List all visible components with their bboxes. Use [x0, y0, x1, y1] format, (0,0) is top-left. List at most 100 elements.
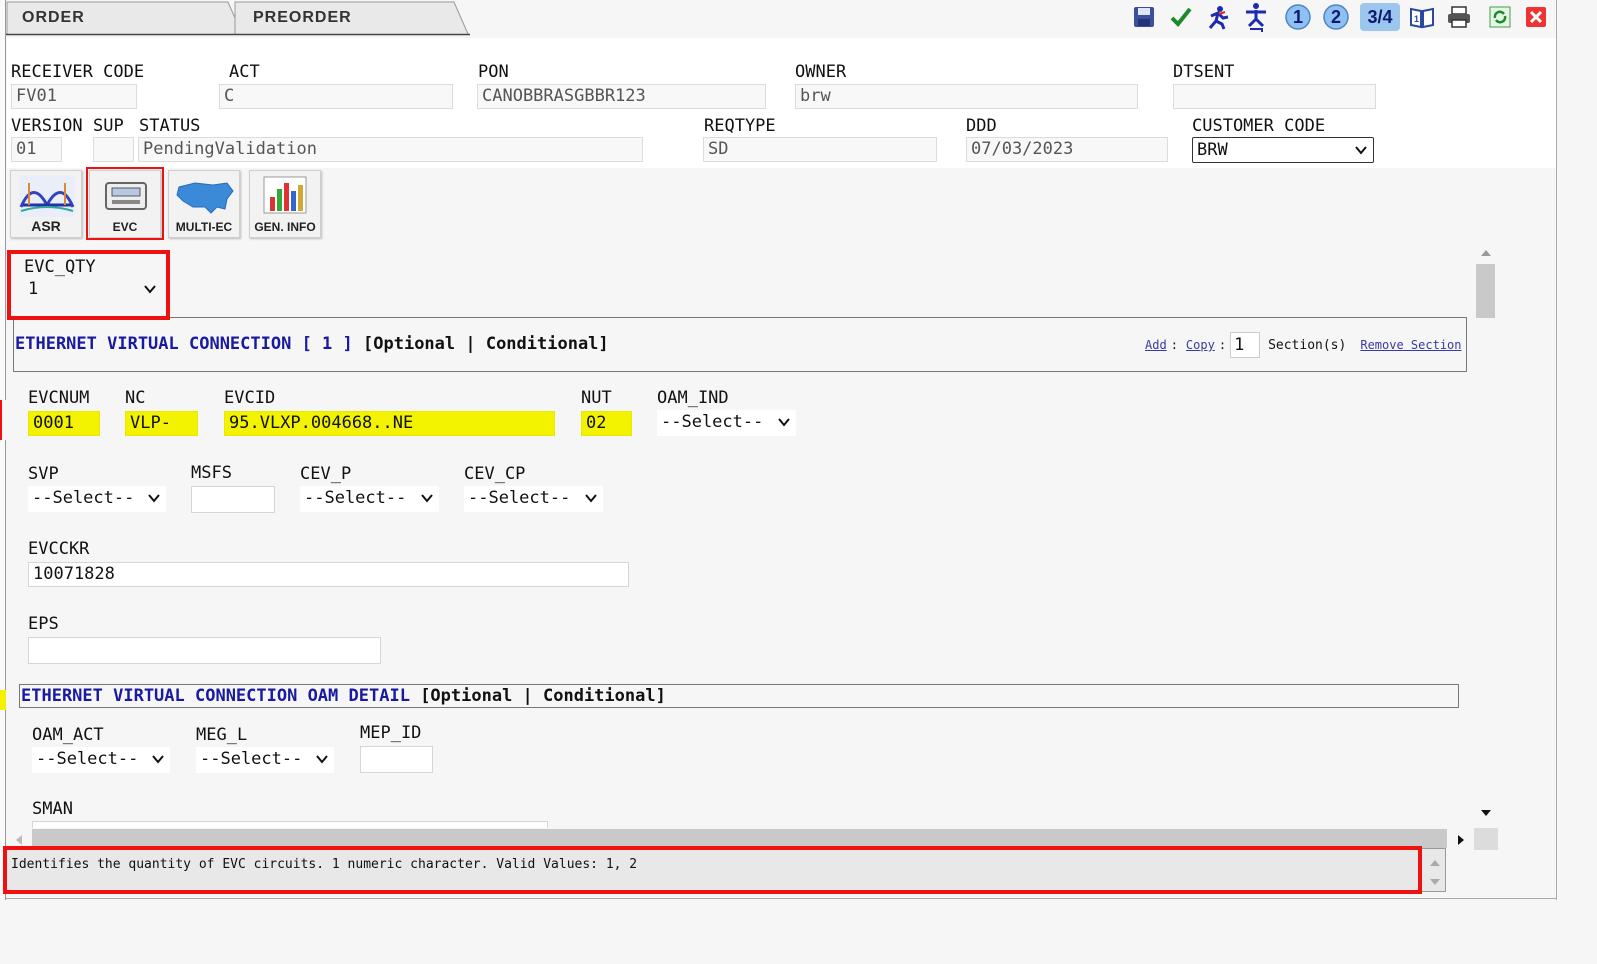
cev-p-label: CEV_P	[300, 464, 352, 484]
meg-l-value: --Select--	[200, 749, 303, 769]
left-edge-fragment	[0, 400, 6, 440]
evc-section-title-main: ETHERNET VIRTUAL CONNECTION [ 1 ]	[15, 334, 353, 354]
cev-p-value: --Select--	[304, 488, 407, 508]
cev-p-select[interactable]: --Select--	[300, 486, 439, 512]
cev-cp-select[interactable]: --Select--	[464, 486, 603, 512]
sman-field[interactable]	[32, 821, 548, 828]
status-field[interactable]: PendingValidation	[138, 137, 643, 162]
print-icon[interactable]	[1445, 3, 1473, 31]
remove-section-link[interactable]: Remove Section	[1360, 338, 1461, 352]
oam-section-title-suffix: [Optional | Conditional]	[420, 686, 666, 706]
evc-selected-highlight	[86, 167, 164, 240]
gen-info-tab-button[interactable]: GEN. INFO	[249, 170, 321, 238]
copy-section-link[interactable]: Copy	[1186, 338, 1215, 352]
vertical-scroll-thumb[interactable]	[1476, 264, 1495, 318]
act-label: ACT	[229, 62, 260, 82]
add-colon: :	[1170, 338, 1178, 352]
bar-chart-icon	[263, 176, 307, 214]
chevron-down-icon	[316, 755, 328, 764]
svp-label: SVP	[28, 464, 59, 484]
oam-section-title: ETHERNET VIRTUAL CONNECTION OAM DETAIL […	[21, 686, 666, 706]
chevron-down-icon	[585, 494, 597, 503]
scroll-up-arrow-icon[interactable]	[1480, 248, 1492, 258]
vertical-scrollbar[interactable]	[1474, 242, 1498, 826]
evcckr-field[interactable]: 10071828	[28, 562, 629, 587]
pon-label: PON	[478, 62, 509, 82]
multi-ec-tab-button[interactable]: MULTI-EC	[168, 170, 240, 238]
run-icon[interactable]	[1204, 3, 1232, 31]
customer-code-label: CUSTOMER CODE	[1192, 116, 1326, 136]
scroll-corner	[1474, 828, 1498, 850]
version-label: VERSION	[11, 116, 83, 136]
page-2-icon[interactable]: 2	[1322, 3, 1350, 31]
book-icon[interactable]: 1	[1408, 3, 1436, 31]
receiver-code-label: RECEIVER CODE	[11, 62, 145, 82]
close-icon[interactable]	[1522, 3, 1550, 31]
dtsent-field[interactable]	[1173, 84, 1376, 109]
tab-order[interactable]: ORDER	[22, 0, 85, 34]
scroll-right-arrow-icon[interactable]	[1456, 834, 1466, 846]
msfs-field[interactable]	[191, 486, 275, 513]
dtsent-label: DTSENT	[1173, 62, 1235, 82]
nc-field[interactable]: VLP-	[125, 411, 198, 436]
cev-cp-value: --Select--	[468, 488, 571, 508]
page-1-icon[interactable]: 1	[1284, 3, 1312, 31]
add-section-link[interactable]: Add	[1145, 338, 1167, 352]
customer-code-select[interactable]: BRW	[1192, 137, 1374, 163]
help-scroll-up-icon[interactable]	[1429, 858, 1441, 868]
nut-label: NUT	[581, 388, 612, 408]
oam-ind-label: OAM_IND	[657, 388, 729, 408]
svp-value: --Select--	[32, 488, 135, 508]
right-window-edge	[1556, 0, 1557, 900]
multi-ec-caption: MULTI-EC	[175, 220, 233, 234]
sup-field[interactable]	[93, 137, 134, 162]
evcnum-field[interactable]: 0001	[28, 411, 100, 436]
sman-label: SMAN	[32, 799, 73, 819]
reqtype-field[interactable]: SD	[703, 137, 937, 162]
scroll-down-arrow-icon[interactable]	[1480, 808, 1492, 818]
evcnum-label: EVCNUM	[28, 388, 90, 408]
help-scroll-down-icon[interactable]	[1429, 877, 1441, 887]
chevron-down-icon	[148, 494, 160, 503]
meg-l-select[interactable]: --Select--	[196, 747, 334, 773]
pon-field[interactable]: CANOBBRASGBBR123	[477, 84, 766, 109]
oam-ind-select[interactable]: --Select--	[657, 410, 796, 436]
customer-code-value: BRW	[1197, 140, 1228, 160]
ddd-field[interactable]: 07/03/2023	[966, 137, 1168, 162]
reqtype-label: REQTYPE	[704, 116, 776, 136]
asr-caption: ASR	[31, 218, 61, 234]
page-3-4-icon[interactable]: 3/4	[1360, 3, 1400, 31]
msfs-label: MSFS	[191, 463, 232, 483]
check-icon[interactable]	[1167, 3, 1195, 31]
svp-select[interactable]: --Select--	[28, 486, 166, 512]
sup-label: SUP	[93, 116, 124, 136]
nut-field[interactable]: 02	[581, 411, 632, 436]
nc-label: NC	[125, 388, 146, 408]
refresh-icon[interactable]	[1486, 3, 1514, 31]
asr-bridge-icon	[19, 175, 75, 217]
copy-colon: :	[1218, 338, 1227, 352]
tab-preorder[interactable]: PREORDER	[253, 0, 352, 34]
copy-count-input[interactable]: 1	[1230, 332, 1261, 358]
evcckr-label: EVCCKR	[28, 539, 90, 559]
status-label: STATUS	[139, 116, 201, 136]
owner-label: OWNER	[795, 62, 847, 82]
owner-field[interactable]: brw	[795, 84, 1138, 109]
help-text-highlight	[3, 846, 1422, 894]
evcid-field[interactable]: 95.VLXP.004668..NE	[224, 411, 555, 436]
run-alt-icon[interactable]	[1242, 3, 1270, 32]
version-field[interactable]: 01	[11, 137, 62, 162]
oam-section-title-main: ETHERNET VIRTUAL CONNECTION OAM DETAIL	[21, 686, 410, 706]
chevron-down-icon	[152, 755, 164, 764]
mep-id-field[interactable]	[360, 746, 433, 773]
evc-qty-highlight	[7, 250, 170, 320]
save-icon[interactable]	[1130, 3, 1158, 31]
oam-act-select[interactable]: --Select--	[32, 747, 170, 773]
receiver-code-field[interactable]: FV01	[11, 84, 137, 109]
eps-field[interactable]	[28, 637, 381, 664]
scroll-left-arrow-icon[interactable]	[14, 834, 24, 846]
asr-tab-button[interactable]: ASR	[10, 170, 82, 238]
us-map-icon	[176, 182, 234, 214]
act-field[interactable]: C	[219, 84, 453, 109]
section-actions: Add : Copy : 1 Section(s) Remove Section	[1145, 332, 1462, 358]
